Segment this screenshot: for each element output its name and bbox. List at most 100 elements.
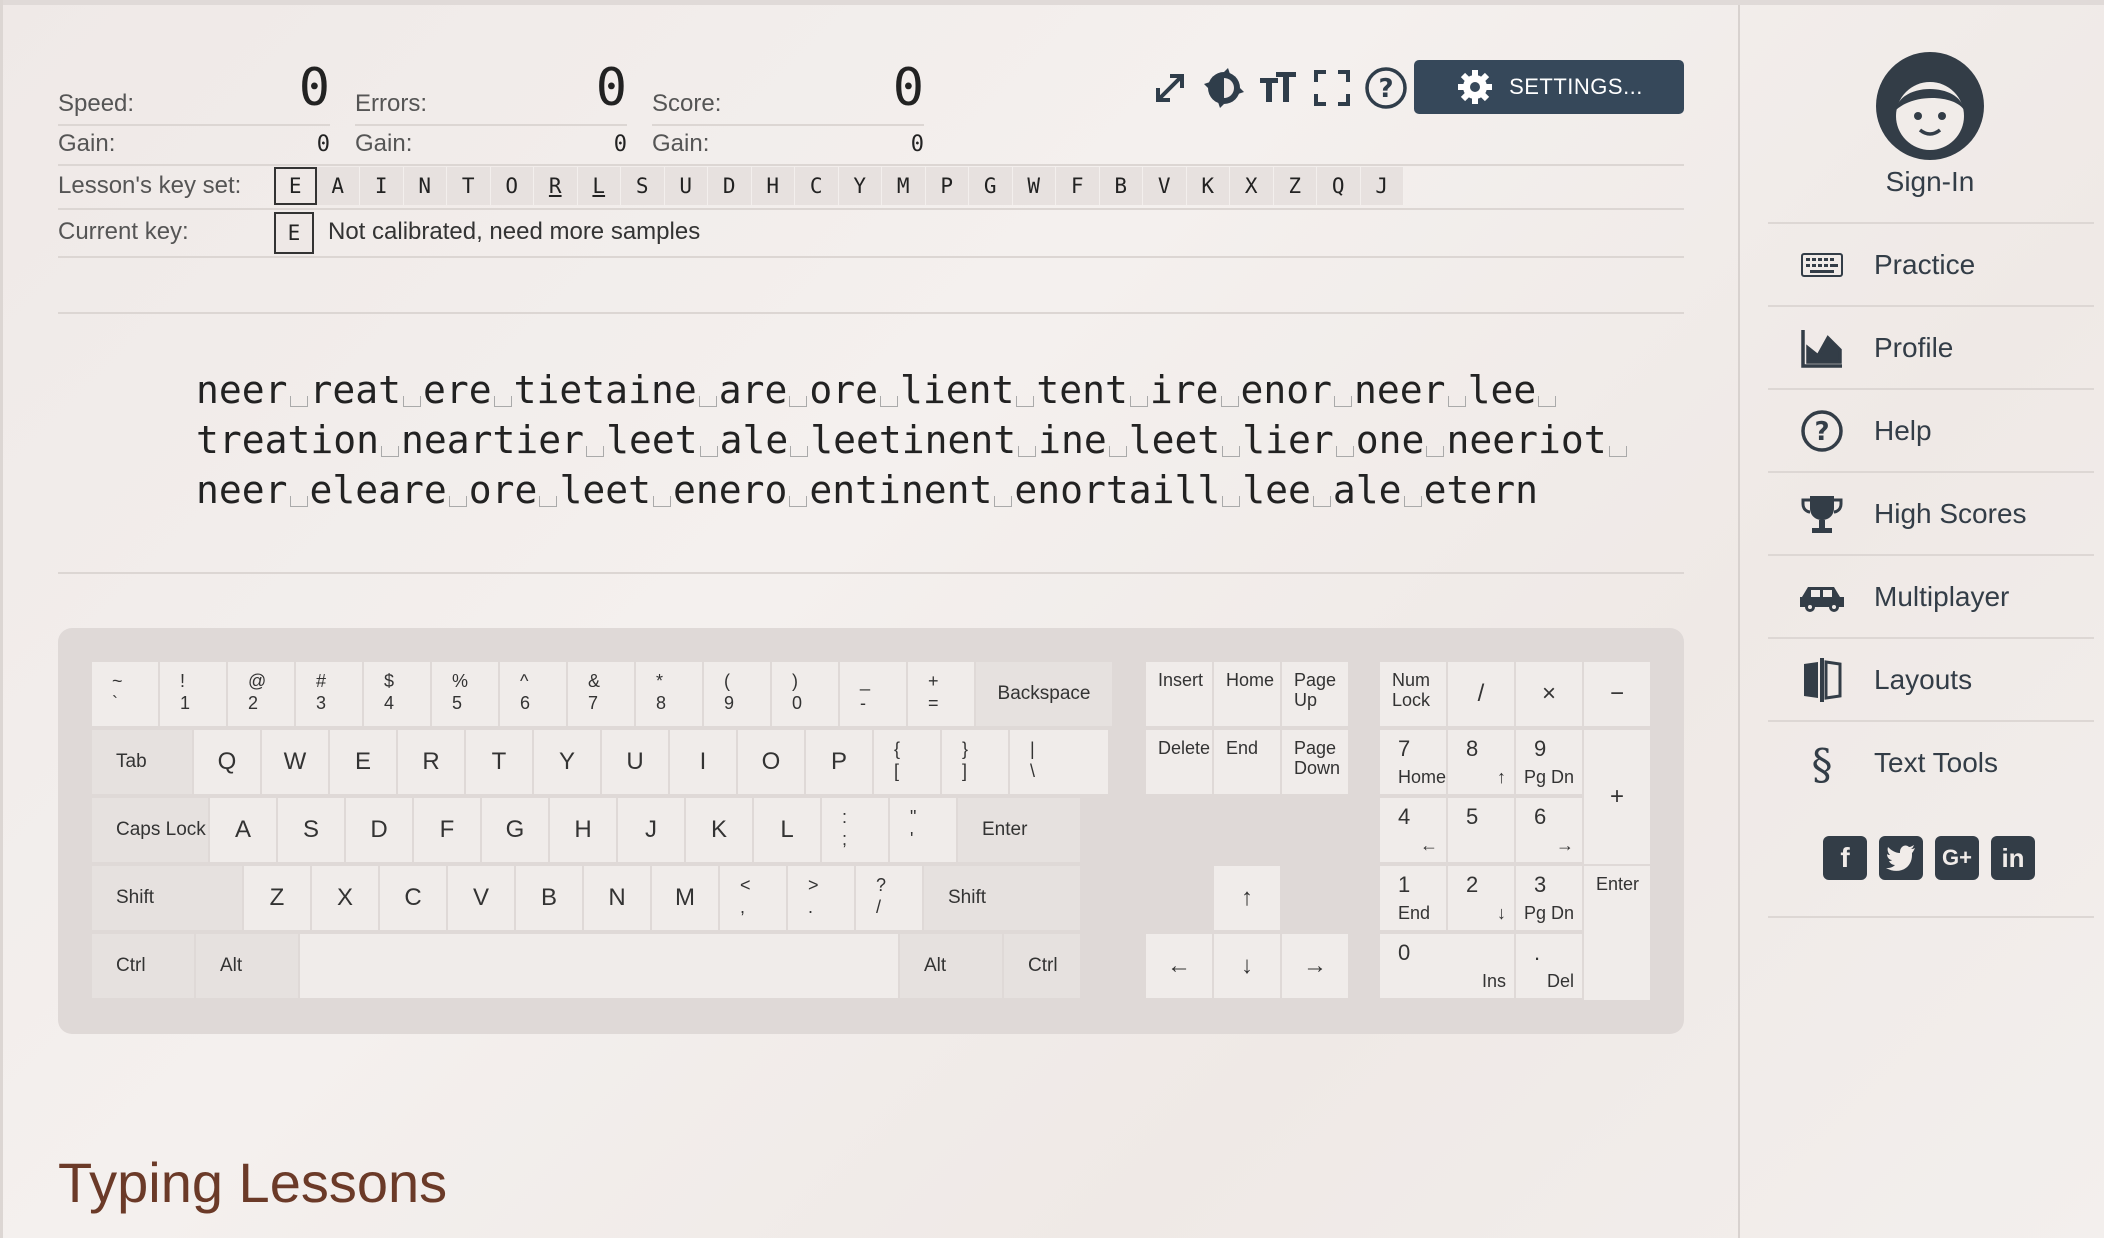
key-num-6[interactable]: 6 → [1516, 798, 1582, 862]
key-num-7[interactable]: 7 Home [1380, 730, 1446, 794]
key-alt-right[interactable]: Alt [900, 934, 1002, 998]
avatar-icon[interactable] [1876, 52, 1984, 160]
key-num-enter[interactable]: Enter [1584, 866, 1650, 1000]
key-num-4[interactable]: 4 ← [1380, 798, 1446, 862]
key-k[interactable]: K [686, 798, 752, 862]
key-sym[interactable]: >. [788, 866, 854, 930]
key-num-minus[interactable]: − [1584, 662, 1650, 726]
key-arrow-up[interactable]: ↑ [1214, 866, 1280, 930]
key-end[interactable]: End [1214, 730, 1280, 794]
sidebar-item-profile[interactable]: Profile [1768, 305, 2094, 389]
key-p[interactable]: P [806, 730, 872, 794]
key-g[interactable]: G [482, 798, 548, 862]
key-i[interactable]: I [670, 730, 736, 794]
key-j[interactable]: J [618, 798, 684, 862]
twitter-icon[interactable] [1879, 836, 1923, 880]
key-d[interactable]: D [346, 798, 412, 862]
key-v[interactable]: V [448, 866, 514, 930]
lesson-text[interactable]: neer reat ere tietaine are ore lient tent ire eno… [196, 365, 1629, 515]
key-shift-right[interactable]: Shift [924, 866, 1080, 930]
sidebar-item-multiplayer[interactable]: Multiplayer [1768, 554, 2094, 638]
key-f[interactable]: F [414, 798, 480, 862]
key-num-lock[interactable]: Num Lock [1380, 662, 1446, 726]
key-e[interactable]: E [330, 730, 396, 794]
key-page-up[interactable]: Page Up [1282, 662, 1348, 726]
key-c[interactable]: C [380, 866, 446, 930]
key-2[interactable]: @2 [228, 662, 294, 726]
key-shift-left[interactable]: Shift [92, 866, 242, 930]
key-0[interactable]: ) 0 [772, 662, 838, 726]
key-num-slash[interactable]: / [1448, 662, 1514, 726]
expand-icon[interactable] [1148, 66, 1192, 110]
sign-in-link[interactable]: Sign-In [1770, 166, 2090, 198]
facebook-icon[interactable]: f [1823, 836, 1867, 880]
key-ctrl-right[interactable]: Ctrl [1004, 934, 1080, 998]
key-ctrl-left[interactable]: Ctrl [92, 934, 194, 998]
key-9[interactable]: (9 [704, 662, 770, 726]
key-y[interactable]: Y [534, 730, 600, 794]
key-r[interactable]: R [398, 730, 464, 794]
key-num-plus[interactable]: + [1584, 730, 1650, 864]
key-o[interactable]: O [738, 730, 804, 794]
key-w[interactable]: W [262, 730, 328, 794]
key-=[interactable]: + = [908, 662, 974, 726]
key-alt-left[interactable]: Alt [196, 934, 298, 998]
key-num-3[interactable]: 3 Pg Dn [1516, 866, 1582, 930]
key-3[interactable]: #3 [296, 662, 362, 726]
settings-button[interactable]: SETTINGS... [1414, 60, 1684, 114]
key-6[interactable]: ^ 6 [500, 662, 566, 726]
key-page-down[interactable]: Page Down [1282, 730, 1348, 794]
sidebar-item-high-scores[interactable]: High Scores [1768, 471, 2094, 555]
key-sym[interactable]: ? / [856, 866, 922, 930]
key-space[interactable] [300, 934, 898, 998]
key-a[interactable]: A [210, 798, 276, 862]
key-n[interactable]: N [584, 866, 650, 930]
key-sym[interactable]: :; [822, 798, 888, 862]
key-sym[interactable]: | \ [1010, 730, 1108, 794]
key-q[interactable]: Q [194, 730, 260, 794]
key-sym[interactable]: " ' [890, 798, 956, 862]
key-num-times[interactable]: × [1516, 662, 1582, 726]
key-arrow-down[interactable]: ↓ [1214, 934, 1280, 998]
font-size-icon[interactable] [1256, 66, 1300, 110]
key-arrow-left[interactable]: ← [1146, 934, 1212, 998]
key-z[interactable]: Z [244, 866, 310, 930]
sidebar-item-practice[interactable]: Practice [1768, 222, 2094, 306]
key-arrow-right[interactable]: → [1282, 934, 1348, 998]
key-s[interactable]: S [278, 798, 344, 862]
sidebar-item-layouts[interactable]: Layouts [1768, 637, 2094, 721]
key-`[interactable]: ~ ` [92, 662, 158, 726]
key-tab[interactable]: Tab [92, 730, 192, 794]
key-backspace[interactable]: Backspace [976, 662, 1112, 726]
key-5[interactable]: % 5 [432, 662, 498, 726]
key-sym[interactable]: {[ [874, 730, 940, 794]
key-num-9[interactable]: 9 Pg Dn [1516, 730, 1582, 794]
key-num-1[interactable]: 1 End [1380, 866, 1446, 930]
key-4[interactable]: $4 [364, 662, 430, 726]
sidebar-item-help[interactable]: ? Help [1768, 388, 2094, 472]
key-b[interactable]: B [516, 866, 582, 930]
key-num-0[interactable]: 0 Ins [1380, 934, 1514, 998]
key-num-2[interactable]: 2 ↓ [1448, 866, 1514, 930]
key-x[interactable]: X [312, 866, 378, 930]
google-plus-icon[interactable]: G+ [1935, 836, 1979, 880]
key--[interactable]: _ - [840, 662, 906, 726]
key-sym[interactable]: }] [942, 730, 1008, 794]
sidebar-item-text-tools[interactable]: § Text Tools [1768, 720, 2094, 804]
key-insert[interactable]: Insert [1146, 662, 1212, 726]
key-caps-lock[interactable]: Caps Lock [92, 798, 208, 862]
key-m[interactable]: M [652, 866, 718, 930]
key-h[interactable]: H [550, 798, 616, 862]
key-u[interactable]: U [602, 730, 668, 794]
fullscreen-icon[interactable] [1310, 66, 1354, 110]
key-num-dot[interactable]: . Del [1516, 934, 1582, 998]
key-8[interactable]: * 8 [636, 662, 702, 726]
key-num-8[interactable]: 8 ↑ [1448, 730, 1514, 794]
linkedin-icon[interactable]: in [1991, 836, 2035, 880]
key-enter[interactable]: Enter [958, 798, 1080, 862]
help-icon[interactable]: ? [1364, 66, 1408, 110]
theme-icon[interactable] [1202, 66, 1246, 110]
key-num-5[interactable]: 5 [1448, 798, 1514, 862]
key-l[interactable]: L [754, 798, 820, 862]
key-delete[interactable]: Delete [1146, 730, 1212, 794]
